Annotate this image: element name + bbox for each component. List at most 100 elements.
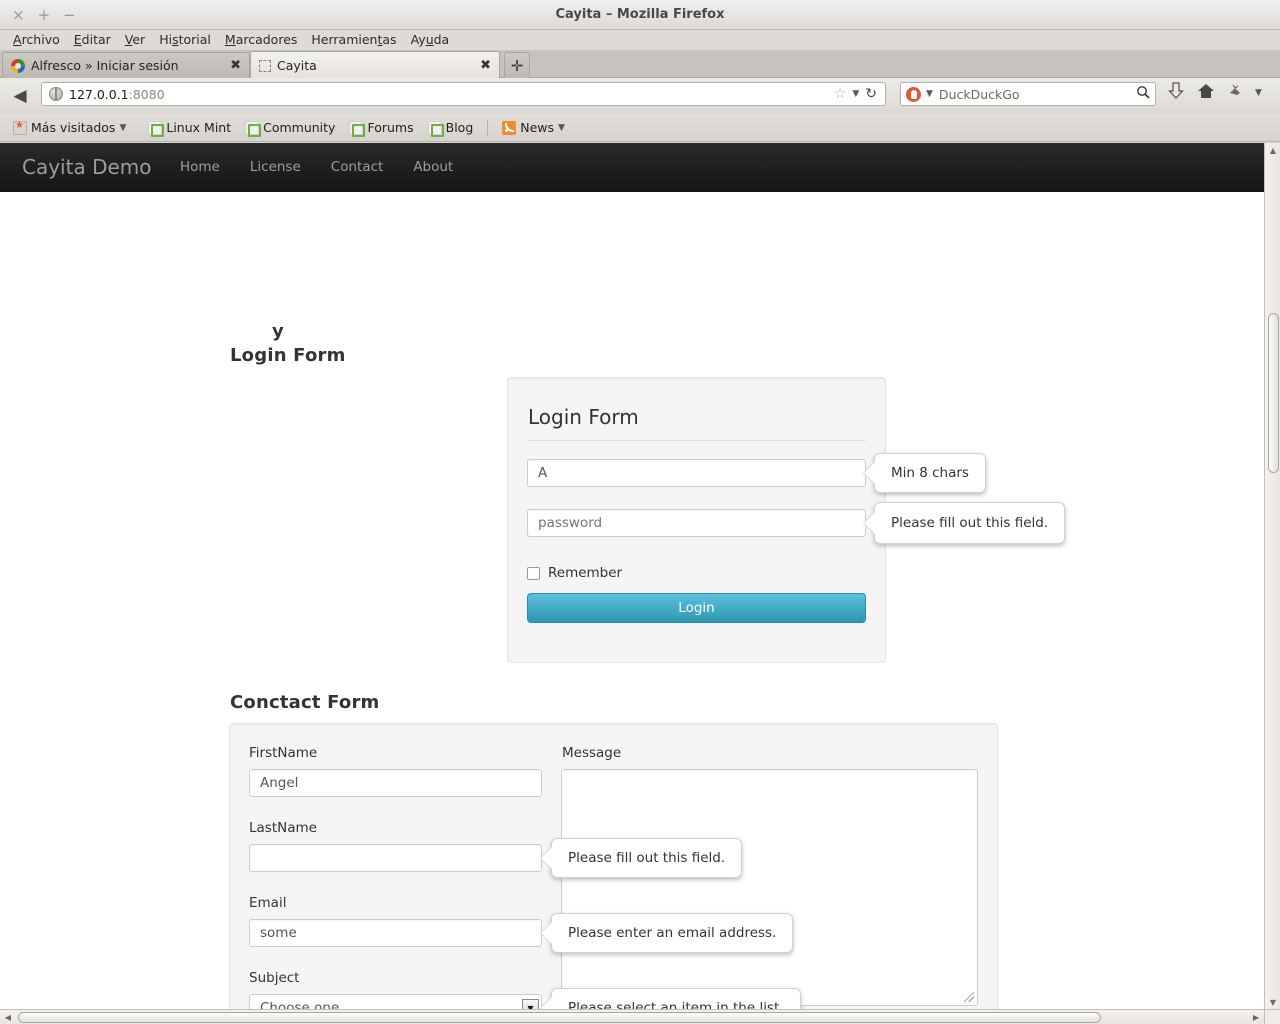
bookmark-star-icon[interactable]: ☆ [834,86,847,102]
scrollbar-corner [1264,1009,1280,1024]
bookmark-label: Forums [367,120,414,135]
menu-historial[interactable]: Historial [152,30,218,50]
close-icon[interactable]: ✖ [230,58,241,73]
login-password-input[interactable] [527,509,866,537]
back-button-icon[interactable]: ◀ [8,85,32,107]
nav-item-contact[interactable]: Contact [316,143,399,192]
rss-icon [502,120,517,135]
scrolled-heading-peek: y [272,321,284,342]
bookmark-label: Linux Mint [166,120,232,135]
close-icon[interactable]: ✖ [480,58,491,73]
bookmark-label: News [520,120,555,135]
message-textarea[interactable] [561,769,978,1006]
site-navbar: Cayita Demo Home License Contact About [0,143,1264,192]
menu-ver[interactable]: Ver [118,30,152,50]
validation-bubble-lastname: Please fill out this field. [551,838,743,878]
search-input[interactable]: DuckDuckGo [939,87,1020,102]
validation-bubble-subject: Please select an item in the list. [551,988,801,1009]
alfresco-favicon-icon [11,58,25,73]
duckduckgo-icon [906,86,921,102]
chevron-down-icon: ▼ [119,122,127,133]
chevron-down-icon: ▼ [558,122,565,133]
nav-item-license[interactable]: License [235,143,316,192]
addons-icon[interactable] [1228,84,1242,102]
mint-icon [427,120,444,137]
toolbar-icons: ▼ [1168,82,1262,104]
resize-handle-icon[interactable] [964,992,974,1002]
vertical-scrollbar[interactable]: ▲ ▼ [1264,143,1280,1009]
url-bar-icons: ☆ ▼ ↻ [834,86,881,102]
url-bar[interactable]: 127.0.0.1:8080 ☆ ▼ ↻ [41,82,886,106]
chevron-down-icon[interactable]: ▼ [852,89,859,99]
subject-selected-value: Choose one... [260,1000,353,1009]
chevron-down-icon[interactable]: ▼ [1255,88,1262,98]
chevron-down-icon[interactable]: ▼ [522,998,539,1009]
new-tab-button[interactable]: ✛ [504,52,530,78]
site-brand[interactable]: Cayita Demo [22,143,152,192]
firstname-label: FirstName [249,745,318,761]
nav-item-about[interactable]: About [398,143,468,192]
scroll-up-icon[interactable]: ▲ [1265,143,1280,157]
bookmark-label: Community [263,120,336,135]
mint-icon [148,120,165,137]
menu-ayuda[interactable]: Ayuda [404,30,457,50]
menu-marcadores[interactable]: Marcadores [218,30,305,50]
globe-icon [49,87,63,101]
bookmark-linux-mint[interactable]: Linux Mint [143,119,236,137]
login-section-heading: Login Form [230,345,346,366]
contact-section-heading: Conctact Form [230,692,380,713]
scroll-right-icon[interactable]: ▶ [1248,1010,1264,1024]
subject-select[interactable]: Choose one... ▼ [249,994,542,1009]
email-label: Email [249,895,287,911]
mint-icon [245,120,262,137]
lastname-label: LastName [249,820,317,836]
tab-alfresco[interactable]: Alfresco » Iniciar sesión ✖ [2,52,250,78]
blank-favicon-icon [259,59,271,72]
subject-label: Subject [249,970,300,986]
search-icon[interactable] [1136,85,1150,103]
remember-checkbox[interactable] [527,566,540,580]
menu-bar: Archivo Editar Ver Historial Marcadores … [0,30,1280,50]
validation-bubble-username: Min 8 chars [874,453,986,493]
menu-editar[interactable]: Editar [67,30,118,50]
bookmark-label: Blog [445,120,474,135]
validation-bubble-password: Please fill out this field. [874,502,1066,544]
scroll-left-icon[interactable]: ◀ [0,1010,16,1024]
email-input[interactable] [249,919,542,947]
panel-divider [528,440,866,441]
horizontal-scrollbar[interactable]: ◀ ▶ [0,1009,1264,1024]
url-text: 127.0.0.1:8080 [69,86,165,102]
reload-icon[interactable]: ↻ [865,86,877,102]
firstname-input[interactable] [249,769,542,797]
remember-row[interactable]: Remember [527,565,622,581]
title-bar: × + − Cayita – Mozilla Firefox [0,0,1280,30]
login-button[interactable]: Login [527,593,866,623]
bookmark-news[interactable]: News ▼ [497,119,570,136]
vertical-scroll-thumb[interactable] [1268,313,1279,473]
login-username-input[interactable] [527,459,866,487]
browser-window: × + − Cayita – Mozilla Firefox Archivo E… [0,0,1280,1024]
login-panel-title: Login Form [528,405,639,429]
lastname-input[interactable] [249,844,542,872]
bookmark-blog[interactable]: Blog [423,119,479,137]
menu-herramientas[interactable]: Herramientas [304,30,403,50]
bookmark-separator [487,119,489,136]
menu-archivo[interactable]: Archivo [6,30,67,50]
scroll-down-icon[interactable]: ▼ [1265,995,1280,1009]
tab-bar: Alfresco » Iniciar sesión ✖ Cayita ✖ ✛ [0,50,1280,79]
star-folder-icon [13,120,27,135]
bookmark-forums[interactable]: Forums [344,119,418,137]
bookmark-mas-visitados[interactable]: Más visitados ▼ [8,119,131,136]
search-bar[interactable]: ▼ DuckDuckGo [900,82,1156,106]
tab-cayita[interactable]: Cayita ✖ [250,51,500,79]
bookmark-community[interactable]: Community [240,119,340,137]
chevron-down-icon[interactable]: ▼ [926,89,933,99]
nav-item-home[interactable]: Home [165,143,235,192]
tab-title: Alfresco » Iniciar sesión [31,58,179,73]
window-title: Cayita – Mozilla Firefox [555,7,725,22]
downloads-icon[interactable] [1168,82,1184,104]
horizontal-scroll-thumb[interactable] [18,1012,1101,1023]
page-viewport: y Login Form Login Form Remember Login C… [0,143,1264,1009]
home-icon[interactable] [1197,83,1215,103]
tab-title: Cayita [277,58,317,73]
